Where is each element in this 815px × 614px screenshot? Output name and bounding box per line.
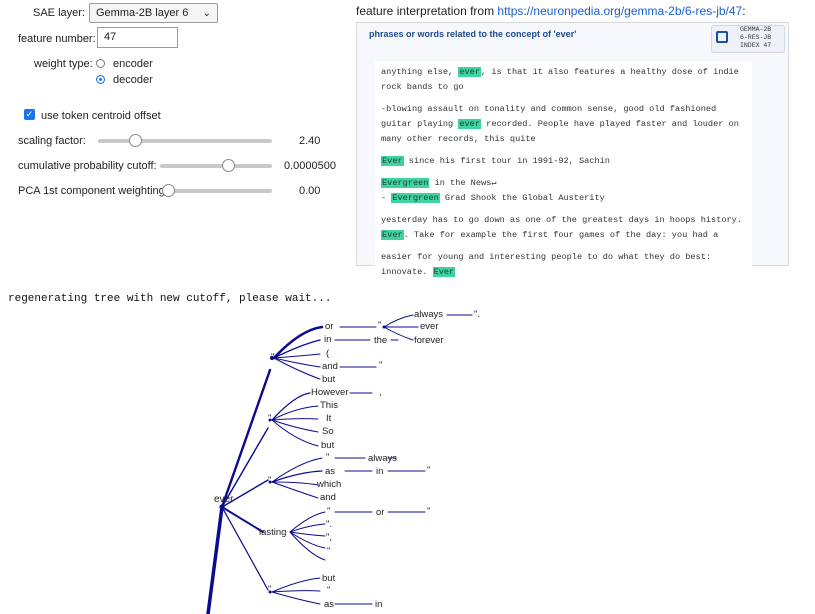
tree-node: ( bbox=[326, 348, 330, 359]
tree-node: or bbox=[325, 321, 334, 332]
tree-node: but bbox=[321, 440, 335, 451]
tree-node: ", bbox=[326, 532, 333, 543]
tree-node: as bbox=[324, 599, 335, 610]
tree-node: ". bbox=[326, 519, 333, 530]
tree-node: " bbox=[378, 320, 382, 331]
tree-node: as bbox=[325, 466, 336, 477]
tree-node: So bbox=[322, 426, 334, 437]
tree-node: in bbox=[375, 599, 383, 610]
tree-node: but bbox=[322, 573, 336, 584]
tree-node: " bbox=[327, 585, 331, 596]
tree-node: This bbox=[320, 400, 338, 411]
tree-node: " bbox=[427, 465, 431, 476]
tree-node: It bbox=[326, 413, 332, 424]
tree-node: , bbox=[379, 387, 382, 398]
tree-node: " bbox=[427, 506, 431, 517]
tree-node: forever bbox=[414, 335, 444, 346]
tree-node: " bbox=[268, 584, 272, 595]
tree-node: and bbox=[322, 361, 338, 372]
tree-node: " bbox=[326, 452, 330, 463]
tree-node: ". bbox=[474, 309, 481, 320]
tree-node: always bbox=[414, 309, 444, 320]
tree-node: " bbox=[271, 352, 275, 363]
tree-node: " bbox=[327, 506, 331, 517]
tree-node: " bbox=[268, 475, 272, 486]
tree-node: " bbox=[327, 546, 331, 557]
tree-node: but bbox=[322, 374, 336, 385]
tree-node: or bbox=[376, 507, 385, 518]
tree-node: in bbox=[376, 466, 384, 477]
tree-node: in bbox=[324, 334, 332, 345]
tree-node: the bbox=[374, 335, 388, 346]
tree-node: " bbox=[379, 360, 383, 371]
tree-node: ever bbox=[420, 321, 439, 332]
tree-node-lasting: lasting bbox=[259, 527, 287, 538]
tree-node: " bbox=[268, 413, 272, 424]
tree-node: However bbox=[311, 387, 349, 398]
tree-root-node: ever bbox=[214, 494, 234, 505]
tree-node: and bbox=[320, 492, 336, 503]
token-tree bbox=[206, 314, 473, 614]
tree-node: which bbox=[317, 479, 342, 490]
tree-node: always bbox=[368, 453, 398, 464]
